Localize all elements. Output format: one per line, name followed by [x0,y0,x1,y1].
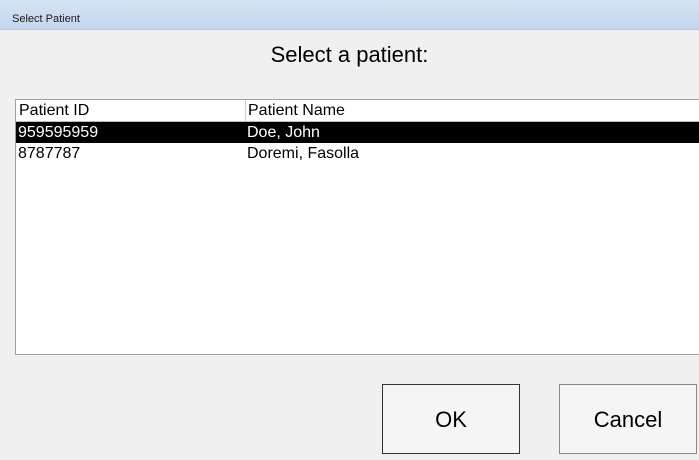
patient-name-cell: Doremi, Fasolla [247,145,360,162]
prompt-heading: Select a patient: [270,42,429,67]
table-row[interactable]: 8787787 Doremi, Fasolla [16,143,699,164]
list-header: Patient ID Patient Name [16,100,699,122]
window-title: Select Patient [12,13,80,25]
cancel-button[interactable]: Cancel [559,384,697,454]
ok-button[interactable]: OK [382,384,520,454]
title-bar[interactable]: Select Patient [0,0,699,30]
column-header-patient-name[interactable]: Patient Name [245,100,699,121]
table-row[interactable]: 959595959 Doe, John [16,122,699,143]
patient-list[interactable]: Patient ID Patient Name 959595959 Doe, J… [15,99,699,355]
column-header-patient-id[interactable]: Patient ID [19,100,244,121]
patient-id-cell: 959595959 [18,124,99,141]
patient-id-cell: 8787787 [18,145,81,162]
patient-name-cell: Doe, John [247,124,320,141]
